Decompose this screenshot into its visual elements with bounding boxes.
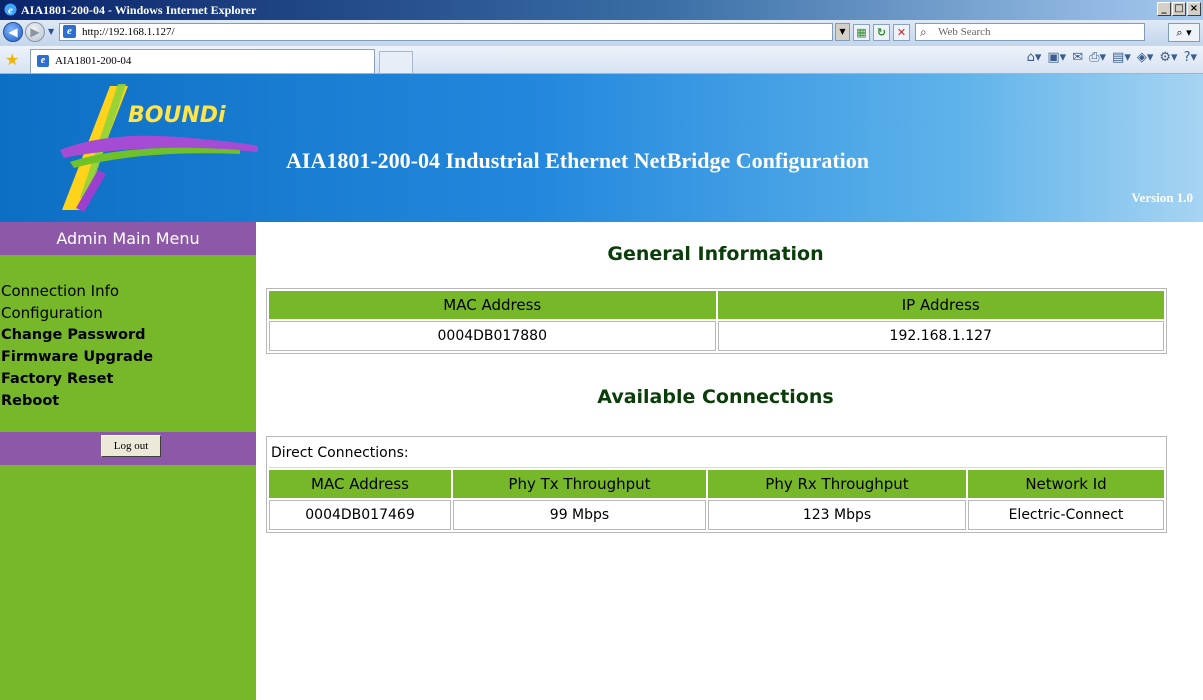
sidebar-item-connection-info[interactable]: Connection Info (0, 280, 153, 302)
column-header: MAC Address (269, 291, 716, 319)
sidebar: Admin Main Menu Connection Info Configur… (0, 222, 256, 700)
connections-table: Direct Connections: MAC Address Phy Tx T… (266, 436, 1167, 533)
logout-bar: Log out (0, 432, 256, 465)
address-url: http://192.168.1.127/ (82, 26, 175, 38)
table-row: 0004DB017880 192.168.1.127 (269, 321, 1164, 351)
table-cell: 123 Mbps (708, 500, 966, 530)
search-input[interactable]: ⌕ Web Search (915, 23, 1145, 41)
logout-button[interactable]: Log out (101, 435, 161, 457)
tab-bar: ★ e AIA1801-200-04 ⌂▾ ▣▾ ✉ ⎙▾ ▤▾ ◈▾ ⚙▾ ?… (0, 46, 1203, 74)
search-icon: ⌕ (920, 25, 927, 39)
favorites-star-icon[interactable]: ★ (5, 50, 19, 69)
search-placeholder: Web Search (938, 26, 991, 38)
tab-active[interactable]: e AIA1801-200-04 (30, 49, 375, 73)
page-favicon-icon: e (63, 25, 76, 38)
version-label: Version 1.0 (1131, 190, 1193, 205)
minimize-button[interactable]: _ (1157, 2, 1171, 16)
feeds-icon[interactable]: ▣▾ (1047, 50, 1066, 65)
help-icon[interactable]: ?▾ (1184, 50, 1197, 65)
sidebar-item-change-password[interactable]: Change Password (0, 324, 153, 346)
table-cell: 99 Mbps (453, 500, 706, 530)
sidebar-item-configuration[interactable]: Configuration (0, 302, 153, 324)
search-button[interactable]: ⌕ ▾ (1168, 23, 1200, 42)
svg-text:e: e (8, 5, 13, 17)
tab-label: AIA1801-200-04 (55, 55, 132, 67)
back-arrow-icon[interactable]: ◀ (3, 22, 23, 42)
sidebar-item-reboot[interactable]: Reboot (0, 390, 153, 412)
column-header: IP Address (717, 291, 1164, 319)
logo-text: BOUNDi (128, 103, 226, 128)
mail-icon[interactable]: ✉ (1072, 50, 1083, 65)
direct-connections-caption: Direct Connections: (269, 439, 1164, 468)
main-content: General Information MAC Address IP Addre… (256, 222, 1203, 700)
forward-arrow-icon[interactable]: ▶ (25, 22, 45, 42)
table-row: 0004DB017469 99 Mbps 123 Mbps Electric-C… (269, 500, 1164, 530)
window-title-bar: e AIA1801-200-04 - Windows Internet Expl… (0, 0, 1203, 20)
window-title: AIA1801-200-04 - Windows Internet Explor… (21, 3, 257, 17)
table-cell: 0004DB017469 (269, 500, 451, 530)
general-info-title: General Information (607, 243, 824, 265)
compatibility-icon[interactable]: ▦ (853, 24, 870, 41)
maximize-button[interactable]: □ (1172, 2, 1186, 16)
sidebar-menu: Connection Info Configuration Change Pas… (0, 280, 153, 412)
table-cell: Electric-Connect (968, 500, 1164, 530)
close-button[interactable]: × (1187, 2, 1201, 16)
tools-icon[interactable]: ⚙▾ (1159, 50, 1177, 65)
address-input[interactable]: e http://192.168.1.127/ (59, 23, 833, 41)
history-dropdown-icon[interactable]: ▼ (48, 27, 54, 36)
header-banner: BOUNDi AIA1801-200-04 Industrial Etherne… (0, 74, 1203, 222)
new-tab-button[interactable] (379, 51, 413, 73)
sidebar-item-firmware-upgrade[interactable]: Firmware Upgrade (0, 346, 153, 368)
table-cell: 0004DB017880 (269, 321, 716, 351)
page-title: AIA1801-200-04 Industrial Ethernet NetBr… (286, 148, 869, 173)
column-header: Network Id (968, 470, 1164, 498)
general-info-table: MAC Address IP Address 0004DB017880 192.… (266, 288, 1167, 354)
column-header: MAC Address (269, 470, 451, 498)
column-header: Phy Tx Throughput (453, 470, 706, 498)
address-toolbar: ◀ ▶ ▼ e http://192.168.1.127/ ▼ ▦ ↻ ✕ ⌕ … (0, 20, 1203, 47)
sidebar-item-factory-reset[interactable]: Factory Reset (0, 368, 153, 390)
sidebar-header: Admin Main Menu (0, 222, 256, 255)
safety-icon[interactable]: ◈▾ (1137, 50, 1154, 65)
print-icon[interactable]: ⎙▾ (1089, 50, 1106, 65)
column-header: Phy Rx Throughput (708, 470, 966, 498)
aboundi-logo: BOUNDi (60, 84, 258, 212)
tab-favicon-icon: e (37, 55, 49, 67)
table-cell: 192.168.1.127 (717, 321, 1164, 351)
address-dropdown-icon[interactable]: ▼ (835, 23, 850, 41)
refresh-icon[interactable]: ↻ (873, 24, 890, 41)
ie-logo-icon: e (4, 3, 17, 17)
available-connections-title: Available Connections (597, 386, 834, 408)
command-bar: ⌂▾ ▣▾ ✉ ⎙▾ ▤▾ ◈▾ ⚙▾ ?▾ (1027, 50, 1197, 65)
home-icon[interactable]: ⌂▾ (1027, 50, 1042, 65)
page-icon[interactable]: ▤▾ (1112, 50, 1131, 65)
stop-icon[interactable]: ✕ (893, 24, 910, 41)
